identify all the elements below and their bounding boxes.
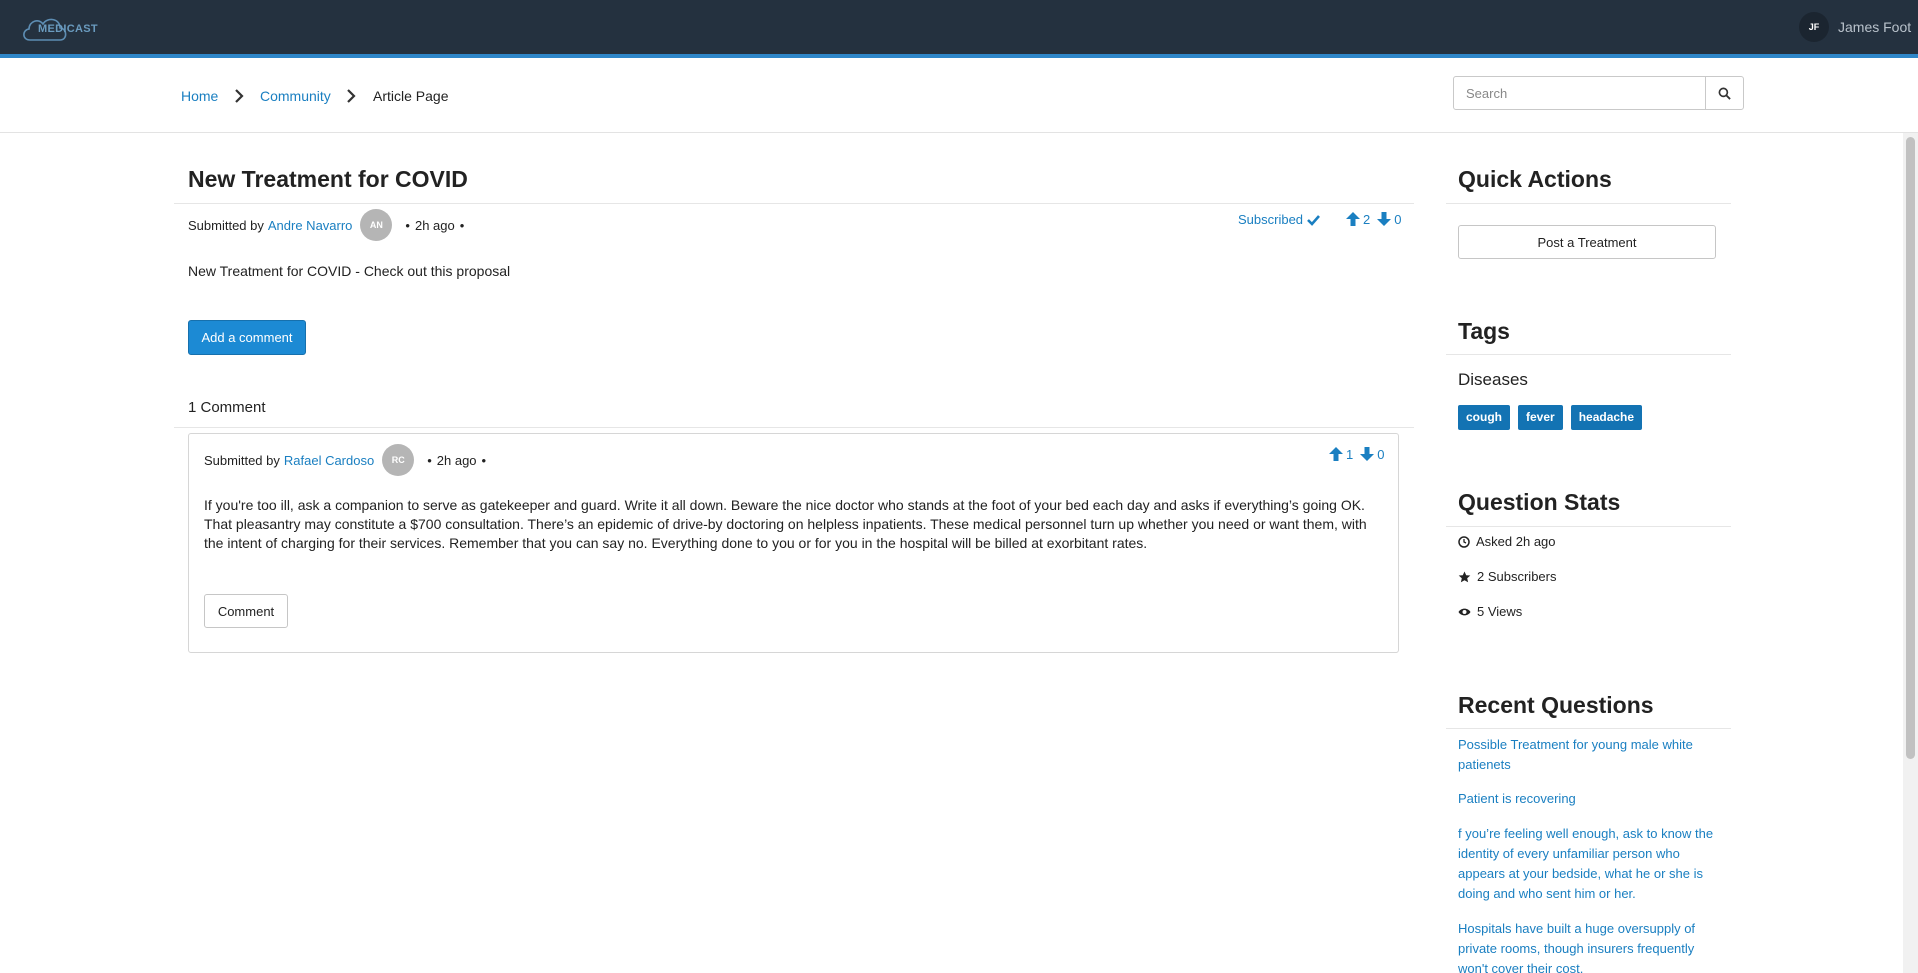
star-icon	[1458, 571, 1471, 582]
comment-card: Submitted by Rafael Cardoso RC • 2h ago …	[188, 433, 1399, 653]
recent-question-link[interactable]: Hospitals have built a huge oversupply o…	[1458, 919, 1723, 973]
submitted-by-label: Submitted by	[204, 452, 280, 468]
separator-dot: •	[481, 452, 487, 468]
tag-fever[interactable]: fever	[1518, 405, 1563, 430]
post-treatment-button[interactable]: Post a Treatment	[1458, 225, 1716, 259]
tag-list: cough fever headache	[1458, 405, 1643, 430]
question-stats-heading: Question Stats	[1458, 489, 1621, 515]
article-votes: 2 0	[1345, 211, 1401, 227]
eye-icon	[1458, 608, 1471, 615]
comments-count: 1 Comment	[188, 399, 266, 416]
divider	[1446, 526, 1731, 527]
arrow-down-icon[interactable]	[1359, 446, 1375, 462]
scrollbar-thumb[interactable]	[1906, 137, 1915, 759]
tag-headache[interactable]: headache	[1570, 405, 1643, 430]
separator-dot: •	[405, 217, 410, 233]
search-input[interactable]	[1453, 76, 1706, 110]
divider	[174, 203, 1414, 204]
comment-author-link[interactable]: Rafael Cardoso	[284, 453, 374, 468]
comment-button[interactable]: Comment	[204, 594, 288, 628]
recent-question-link[interactable]: f you’re feeling well enough, ask to kno…	[1458, 824, 1723, 904]
arrow-down-icon[interactable]	[1376, 211, 1392, 227]
comment-votes: 1 0	[1328, 446, 1384, 462]
separator-dot: •	[427, 452, 432, 468]
chevron-right-icon	[234, 89, 244, 106]
article-body: New Treatment for COVID - Check out this…	[188, 263, 511, 279]
recent-question-link[interactable]: Possible Treatment for young male white …	[1458, 735, 1723, 775]
divider	[174, 427, 1414, 428]
avatar: AN	[360, 209, 393, 241]
article-meta: Submitted by Andre Navarro AN • 2h ago •	[188, 209, 469, 241]
article-time: 2h ago	[414, 217, 455, 233]
downvote-count: 0	[1377, 446, 1385, 462]
quick-actions-heading: Quick Actions	[1458, 166, 1612, 192]
add-comment-button[interactable]: Add a comment	[188, 320, 306, 355]
user-name[interactable]: James Foot	[1838, 19, 1911, 35]
downvote-count: 0	[1394, 211, 1402, 227]
subscribed-toggle[interactable]: Subscribed	[1238, 212, 1321, 227]
recent-question-link[interactable]: Patient is recovering	[1458, 789, 1723, 809]
avatar: RC	[382, 444, 415, 476]
arrow-up-icon[interactable]	[1345, 211, 1361, 227]
stat-asked: Asked 2h ago	[1458, 534, 1556, 549]
stat-views: 5 Views	[1458, 604, 1522, 619]
breadcrumb-home-link[interactable]: Home	[181, 88, 218, 104]
search-icon	[1718, 87, 1731, 100]
divider	[1446, 728, 1731, 729]
chevron-right-icon	[346, 89, 356, 106]
article-title: New Treatment for COVID	[188, 166, 468, 192]
stat-subscribers: 2 Subscribers	[1458, 569, 1556, 584]
upvote-count: 2	[1363, 211, 1371, 227]
subscribed-label: Subscribed	[1238, 212, 1304, 227]
stat-views-text: 5 Views	[1477, 604, 1523, 619]
divider	[1446, 354, 1731, 355]
arrow-up-icon[interactable]	[1328, 446, 1344, 462]
tag-group-label: Diseases	[1458, 370, 1528, 389]
stat-asked-text: Asked 2h ago	[1476, 534, 1556, 549]
submitted-by-label: Submitted by	[188, 217, 264, 233]
top-navbar: MEDICAST JF James Foot	[0, 0, 1918, 58]
upvote-count: 1	[1346, 446, 1354, 462]
comment-time: 2h ago	[436, 452, 477, 468]
breadcrumb-current: Article Page	[373, 88, 449, 104]
divider	[1446, 203, 1731, 204]
breadcrumb-community-link[interactable]: Community	[260, 88, 331, 104]
clock-icon	[1458, 535, 1470, 548]
logo-text[interactable]: MEDICAST	[38, 23, 98, 35]
tags-heading: Tags	[1458, 318, 1510, 344]
separator-dot: •	[459, 217, 465, 233]
comment-body: If you're too ill, ask a companion to se…	[204, 497, 1367, 551]
search-button[interactable]	[1705, 76, 1744, 110]
breadcrumb-bar: Home Community Article Page	[0, 62, 1918, 133]
tag-cough[interactable]: cough	[1458, 405, 1510, 430]
user-avatar[interactable]: JF	[1799, 12, 1829, 42]
recent-questions-heading: Recent Questions	[1458, 692, 1654, 718]
check-icon	[1307, 214, 1321, 226]
comment-meta: Submitted by Rafael Cardoso RC • 2h ago …	[204, 444, 491, 476]
article-author-link[interactable]: Andre Navarro	[268, 218, 353, 233]
stat-subscribers-text: 2 Subscribers	[1477, 569, 1557, 584]
